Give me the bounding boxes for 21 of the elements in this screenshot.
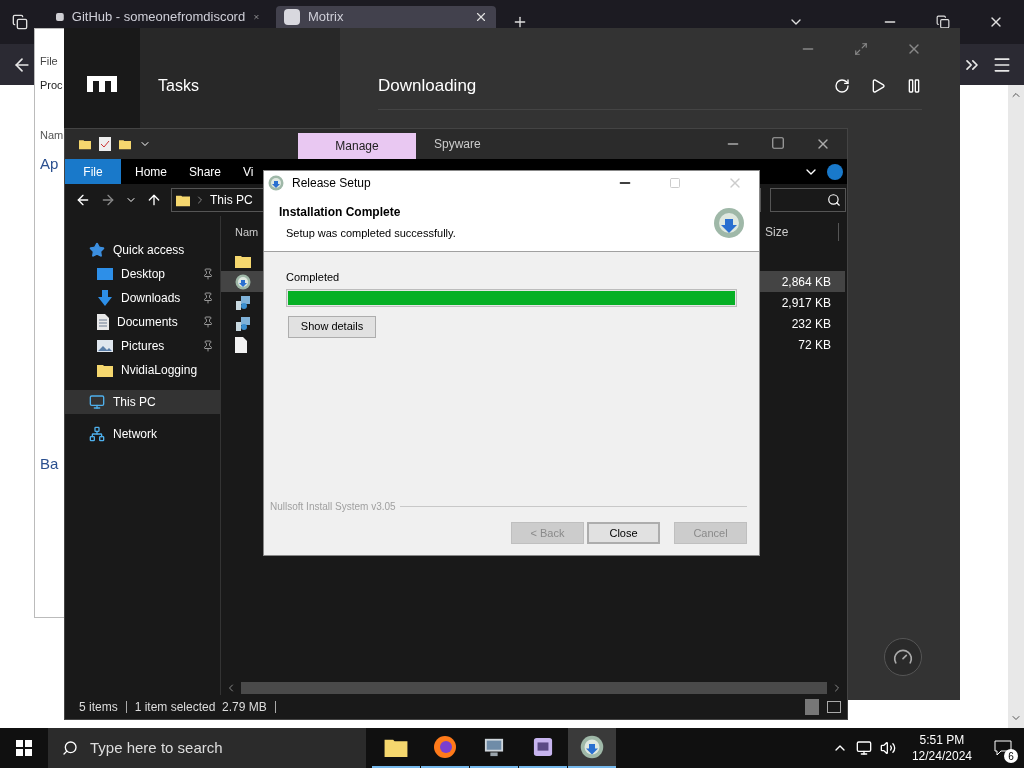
section-title: Ba	[40, 454, 60, 474]
file-size: 2,864 KB	[781, 273, 831, 291]
page-heading: Downloading	[378, 74, 478, 97]
column-header: Nam	[40, 128, 64, 143]
window-title: Spyware	[434, 136, 482, 153]
sidebar-title: Tasks	[158, 77, 199, 94]
notification-count: 6	[1004, 749, 1018, 763]
file-size: 232 KB	[791, 315, 831, 333]
file-size: 72 KB	[798, 336, 831, 354]
branding-text: Nullsoft Install System v3.05	[270, 500, 396, 514]
file-size: 2,917 KB	[781, 294, 831, 312]
dialog-heading: Installation Complete	[279, 204, 402, 222]
status-label: Completed	[286, 270, 341, 285]
dialog-title: Release Setup	[292, 174, 372, 192]
status-text: 1 item selected 2.79 MB	[134, 699, 267, 716]
dialog-subheading: Setup was completed successfully.	[285, 226, 457, 242]
tab-title: Motrix	[308, 8, 345, 27]
row-label: Proc	[40, 78, 64, 93]
tab-title: GitHub - someonefromdiscord	[71, 8, 246, 27]
section-title: Ap	[40, 154, 60, 174]
status-text: 5 items	[79, 699, 118, 716]
